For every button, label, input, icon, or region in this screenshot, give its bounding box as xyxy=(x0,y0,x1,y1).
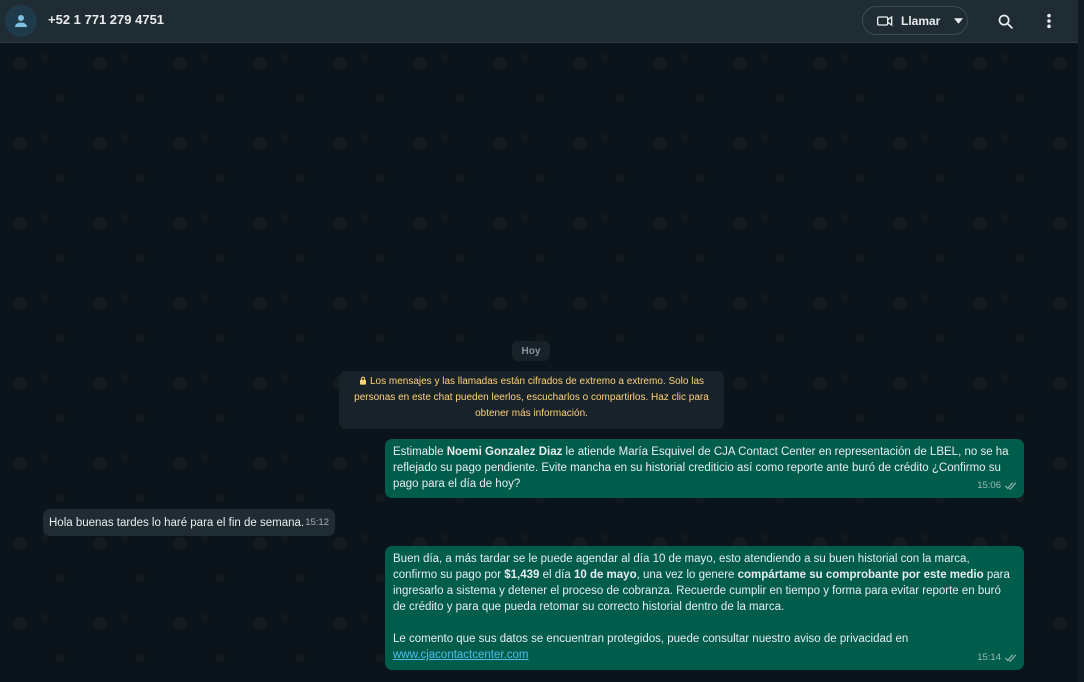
message-meta: 15:06 xyxy=(977,478,1018,494)
message-time: 15:12 xyxy=(305,517,329,528)
message-bubble-incoming[interactable]: Hola buenas tardes lo haré para el fin d… xyxy=(43,509,335,536)
menu-icon[interactable] xyxy=(1039,11,1059,31)
chevron-down-icon xyxy=(954,17,964,24)
search-icon[interactable] xyxy=(995,11,1015,31)
website-link[interactable]: www.cjacontactcenter.com xyxy=(393,649,529,661)
encryption-notice[interactable]: Los mensajes y las llamadas están cifrad… xyxy=(339,371,724,429)
user-icon xyxy=(15,15,27,27)
message-bubble-outgoing[interactable]: Estimable Noemi Gonzalez Diaz le atiende… xyxy=(385,439,1024,498)
message-text-privacy: Le comento que sus datos se encuentran p… xyxy=(393,633,909,645)
message-text: Estimable Noemi Gonzalez Diaz le atiende… xyxy=(393,446,1009,490)
double-check-icon xyxy=(1005,654,1017,662)
message-time: 15:14 xyxy=(977,652,1001,663)
call-button-label: Llamar xyxy=(901,13,941,28)
message-bubble-outgoing[interactable]: Buen día, a más tardar se le puede agend… xyxy=(385,546,1024,670)
chat-header: +52 1 771 279 4751 Llamar xyxy=(0,0,1078,43)
message-meta: 15:12 xyxy=(305,515,329,531)
day-label: Hoy xyxy=(512,341,550,361)
scrollbar[interactable] xyxy=(1078,0,1084,682)
message-time: 15:06 xyxy=(977,480,1001,491)
call-button[interactable]: Llamar xyxy=(862,6,968,35)
avatar[interactable] xyxy=(5,5,37,37)
video-camera-icon xyxy=(877,15,893,26)
message-text: Buen día, a más tardar se le puede agend… xyxy=(393,553,1010,613)
lock-icon xyxy=(359,376,366,385)
encryption-notice-text: Los mensajes y las llamadas están cifrad… xyxy=(354,376,709,419)
message-text: Hola buenas tardes lo haré para el fin d… xyxy=(49,517,305,529)
message-meta: 15:14 xyxy=(977,650,1018,666)
contact-name[interactable]: +52 1 771 279 4751 xyxy=(48,12,164,27)
double-check-icon xyxy=(1005,482,1017,490)
